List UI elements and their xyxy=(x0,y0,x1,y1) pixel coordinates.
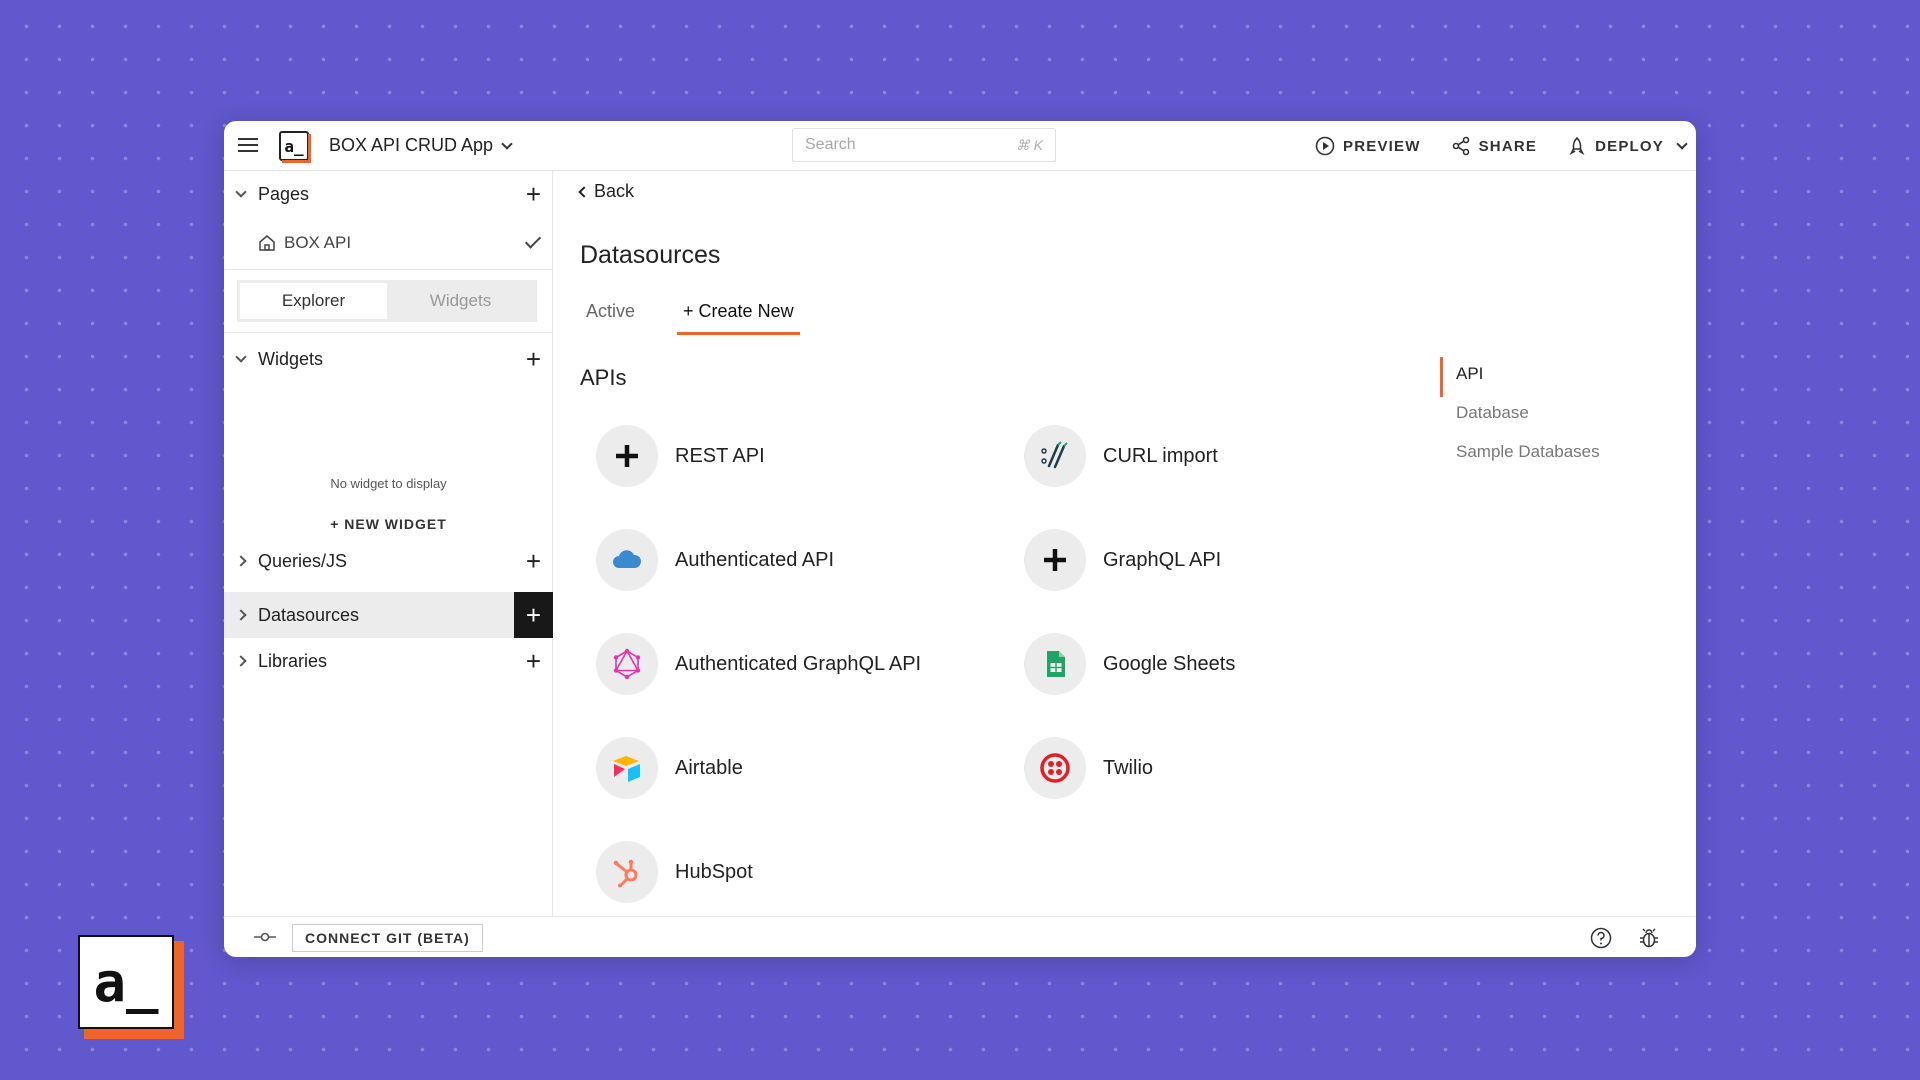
preview-button[interactable]: PREVIEW xyxy=(1315,136,1421,156)
datasource-name: Airtable xyxy=(675,756,743,779)
datasource-card-twilio[interactable]: Twilio xyxy=(1024,733,1424,803)
brand-logo: a_ xyxy=(78,935,184,1039)
page-title: Datasources xyxy=(580,241,721,269)
main-panel: Back Datasources Active + Create New API… xyxy=(554,171,1696,916)
app-name: BOX API CRUD App xyxy=(329,135,494,155)
twilio-icon xyxy=(1040,753,1070,783)
tab-widgets[interactable]: Widgets xyxy=(387,283,534,319)
header-actions: PREVIEW SHARE DEPLOY xyxy=(1315,121,1688,171)
git-commit-icon xyxy=(254,932,276,942)
search-input[interactable]: Search ⌘ K xyxy=(792,128,1056,162)
explorer-widgets-toggle: Explorer Widgets xyxy=(237,280,537,322)
curl-icon xyxy=(1041,441,1068,469)
tab-active[interactable]: Active xyxy=(580,297,641,335)
airtable-icon xyxy=(613,756,640,782)
queries-section[interactable]: Queries/JS + xyxy=(224,538,553,584)
preview-label: PREVIEW xyxy=(1343,137,1421,155)
plus-icon xyxy=(1044,549,1066,571)
datasource-name: HubSpot xyxy=(675,860,753,883)
datasource-card-curl-import[interactable]: CURL import xyxy=(1024,421,1424,491)
datasource-name: GraphQL API xyxy=(1103,548,1222,571)
play-icon xyxy=(1315,136,1335,156)
search-placeholder: Search xyxy=(805,136,856,153)
divider xyxy=(224,269,553,270)
pages-label: Pages xyxy=(258,183,310,204)
datasources-label: Datasources xyxy=(258,604,360,625)
add-query-button[interactable]: + xyxy=(514,538,553,584)
google-sheets-icon xyxy=(1047,651,1065,677)
share-label: SHARE xyxy=(1478,137,1538,155)
datasource-name: REST API xyxy=(675,444,765,467)
cloud-icon xyxy=(613,550,642,568)
widgets-section[interactable]: Widgets + xyxy=(224,336,553,382)
help-icon[interactable] xyxy=(1590,927,1612,949)
chevron-right-icon xyxy=(235,609,247,621)
plus-icon xyxy=(616,445,638,467)
check-icon xyxy=(524,232,542,249)
datasource-name: Authenticated API xyxy=(675,548,835,571)
datasource-name: Twilio xyxy=(1103,756,1154,779)
add-page-button[interactable]: + xyxy=(514,171,553,217)
chevron-down-icon xyxy=(235,186,247,198)
divider xyxy=(224,332,553,333)
rocket-icon xyxy=(1569,136,1585,156)
share-icon xyxy=(1452,136,1469,156)
app-window: a_ BOX API CRUD App Search ⌘ K PREVIEW S… xyxy=(224,121,1696,957)
app-name-dropdown[interactable]: BOX API CRUD App xyxy=(329,135,513,156)
datasource-name: Google Sheets xyxy=(1103,652,1236,675)
share-button[interactable]: SHARE xyxy=(1451,136,1538,156)
add-library-button[interactable]: + xyxy=(514,638,553,684)
datasources-section[interactable]: Datasources + xyxy=(224,592,553,638)
tab-explorer[interactable]: Explorer xyxy=(240,283,387,319)
right-nav-indicator xyxy=(1440,357,1443,397)
section-title: APIs xyxy=(580,365,627,390)
add-datasource-button[interactable]: + xyxy=(514,592,553,638)
chevron-down-icon[interactable] xyxy=(1676,138,1688,150)
graphql-icon xyxy=(613,648,641,680)
datasource-card-graphql-api[interactable]: GraphQL API xyxy=(1024,525,1424,595)
empty-widgets-message: No widget to display xyxy=(330,476,447,491)
sidebar: Pages + BOX API Explorer Widgets Widgets… xyxy=(224,171,553,916)
page-name: BOX API xyxy=(284,233,352,252)
queries-label: Queries/JS xyxy=(258,550,348,571)
chevron-left-icon xyxy=(578,185,590,198)
bug-icon[interactable] xyxy=(1638,927,1660,949)
libraries-label: Libraries xyxy=(258,650,328,671)
datasource-name: Authenticated GraphQL API xyxy=(675,652,922,675)
new-widget-button[interactable]: + NEW WIDGET xyxy=(224,516,553,532)
datasource-card-hubspot[interactable]: HubSpot xyxy=(596,837,996,907)
datasource-name: CURL import xyxy=(1103,444,1218,467)
pages-section[interactable]: Pages + xyxy=(224,171,553,217)
search-shortcut: ⌘ K xyxy=(1015,136,1043,153)
libraries-section[interactable]: Libraries + xyxy=(224,638,553,684)
widgets-label: Widgets xyxy=(258,348,324,369)
top-header: a_ BOX API CRUD App Search ⌘ K PREVIEW S… xyxy=(224,121,1696,171)
chevron-right-icon xyxy=(235,555,247,567)
datasource-card-airtable[interactable]: Airtable xyxy=(596,733,996,803)
right-nav-api[interactable]: API xyxy=(1456,364,1483,384)
chevron-down-icon xyxy=(235,351,247,363)
hubspot-icon xyxy=(613,859,638,888)
datasource-card-authenticated-api[interactable]: Authenticated API xyxy=(596,525,996,595)
back-label: Back xyxy=(594,181,635,201)
menu-icon[interactable] xyxy=(238,134,258,156)
connect-git-button[interactable]: CONNECT GIT (BETA) xyxy=(292,924,483,952)
right-nav-database[interactable]: Database xyxy=(1456,403,1529,423)
page-item[interactable]: BOX API xyxy=(224,221,553,265)
datasource-card-rest-api[interactable]: REST API xyxy=(596,421,996,491)
chevron-down-icon xyxy=(501,137,513,150)
tab-create-new[interactable]: + Create New xyxy=(677,297,800,335)
right-nav-sample-databases[interactable]: Sample Databases xyxy=(1456,442,1600,462)
datasource-tabs: Active + Create New xyxy=(580,297,800,335)
footer-bar: CONNECT GIT (BETA) xyxy=(224,916,1696,957)
chevron-right-icon xyxy=(235,655,247,667)
datasource-card-google-sheets[interactable]: Google Sheets xyxy=(1024,629,1424,699)
add-widget-button[interactable]: + xyxy=(514,336,553,382)
app-logo[interactable]: a_ xyxy=(279,131,311,163)
back-link[interactable]: Back xyxy=(578,181,635,202)
deploy-button[interactable]: DEPLOY xyxy=(1567,136,1688,156)
home-icon xyxy=(259,235,275,251)
deploy-label: DEPLOY xyxy=(1595,137,1664,155)
datasource-card-authenticated-graphql-api[interactable]: Authenticated GraphQL API xyxy=(596,629,996,699)
